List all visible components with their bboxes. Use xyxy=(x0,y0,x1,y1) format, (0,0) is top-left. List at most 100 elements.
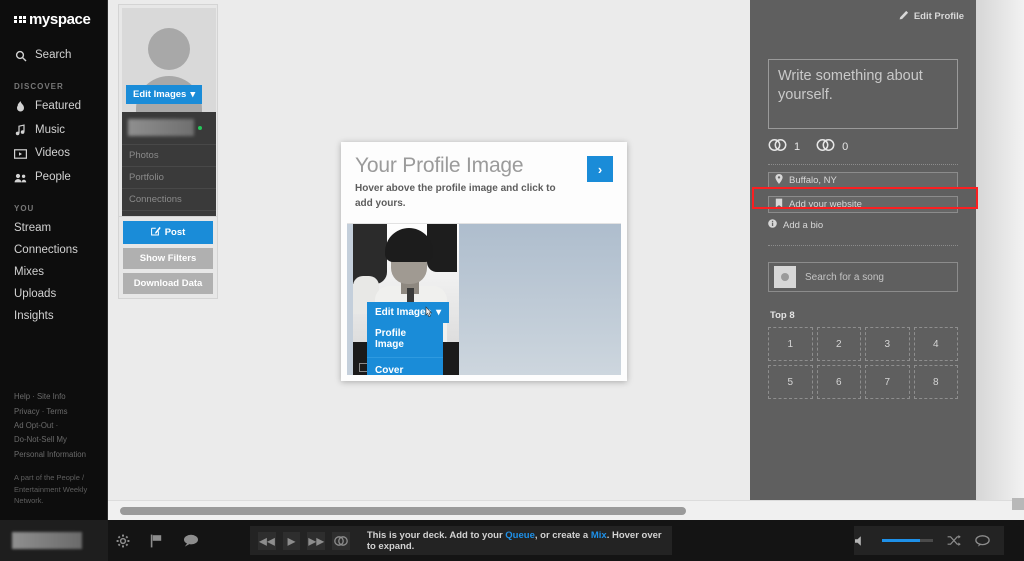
mini-avatar[interactable]: Edit Images ▾ xyxy=(122,8,216,112)
menu-item-cover-image[interactable]: Cover Image xyxy=(367,357,443,375)
sidebar-footer: Help · Site Info Privacy · Terms Ad Opt-… xyxy=(0,390,108,506)
left-sidebar: myspace Search DISCOVER Featured Music V… xyxy=(0,0,108,520)
footer-ad-optout[interactable]: Ad Opt-Out · xyxy=(14,419,108,433)
pencil-icon xyxy=(899,10,909,23)
chat-icon[interactable] xyxy=(183,534,199,547)
top8-slot-5[interactable]: 5 xyxy=(768,365,813,399)
sidebar-item-videos[interactable]: Videos xyxy=(0,142,107,166)
edit-images-dropdown-trigger[interactable]: Edit Images ▾ xyxy=(367,302,450,323)
add-bio-field[interactable]: Add a bio xyxy=(768,219,958,231)
mini-nav-connections[interactable]: Connections xyxy=(122,188,216,210)
footer-personal-information[interactable]: Personal Information xyxy=(14,448,108,462)
top8-slot-2[interactable]: 2 xyxy=(816,327,861,361)
location-field[interactable]: Buffalo, NY xyxy=(768,172,958,189)
profile-image-tip-card: Your Profile Image Hover above the profi… xyxy=(341,142,627,381)
mini-edit-images-button[interactable]: Edit Images ▾ xyxy=(126,85,203,104)
volume-slider[interactable] xyxy=(882,539,933,542)
sidebar-item-stream[interactable]: Stream xyxy=(0,217,107,239)
vertical-scrollbar-corner[interactable] xyxy=(1012,498,1024,510)
top8-slot-3[interactable]: 3 xyxy=(865,327,910,361)
music-note-icon xyxy=(14,124,27,137)
previous-track-button[interactable]: ◂◂ xyxy=(258,531,276,550)
flag-icon[interactable] xyxy=(150,534,163,548)
add-bio-label: Add a bio xyxy=(783,219,824,231)
mini-nav-photos[interactable]: Photos xyxy=(122,144,216,166)
people-icon xyxy=(14,172,27,185)
sidebar-item-people[interactable]: People xyxy=(0,166,107,190)
sidebar-item-label: Search xyxy=(35,49,72,61)
tip-card-header: Your Profile Image Hover above the profi… xyxy=(341,142,627,223)
footer-do-not-sell[interactable]: Do-Not-Sell My xyxy=(14,433,108,447)
compose-icon xyxy=(150,226,161,239)
play-button[interactable]: ▸ xyxy=(282,531,301,550)
divider xyxy=(768,245,958,246)
footer-privacy-terms[interactable]: Privacy · Terms xyxy=(14,405,108,419)
flame-icon xyxy=(14,100,27,113)
sidebar-item-uploads[interactable]: Uploads xyxy=(0,283,107,305)
top8-heading: Top 8 xyxy=(770,310,795,321)
download-data-button[interactable]: Download Data xyxy=(123,273,213,294)
gear-icon[interactable] xyxy=(116,534,130,548)
edit-profile-label: Edit Profile xyxy=(913,11,964,22)
logo-dots-icon xyxy=(14,15,26,24)
deck-message-pre: This is your deck. Add to your xyxy=(366,529,506,541)
sidebar-item-mixes[interactable]: Mixes xyxy=(0,261,107,283)
bottom-username-blurred[interactable] xyxy=(12,532,82,549)
search-icon xyxy=(14,49,27,62)
queue-link[interactable]: Queue xyxy=(505,530,535,541)
post-button[interactable]: Post xyxy=(123,221,213,244)
mini-edit-images-label: Edit Images xyxy=(133,89,187,100)
footer-help-siteinfo[interactable]: Help · Site Info xyxy=(14,390,108,404)
myspace-logo[interactable]: myspace xyxy=(0,0,107,28)
tip-next-button[interactable]: › xyxy=(587,156,613,182)
top8-grid: 1 2 3 4 5 6 7 8 xyxy=(768,327,958,399)
sidebar-item-label: Featured xyxy=(35,99,82,112)
edit-images-label: Edit Images xyxy=(375,307,432,318)
sidebar-item-search[interactable]: Search xyxy=(0,44,107,68)
horizontal-scrollbar[interactable] xyxy=(108,500,1024,520)
location-pin-icon xyxy=(775,174,783,187)
sidebar-item-insights[interactable]: Insights xyxy=(0,305,107,327)
sidebar-item-connections[interactable]: Connections xyxy=(0,239,107,261)
connections-count-1[interactable]: 1 xyxy=(768,139,800,154)
deck-message-mid: , or create a xyxy=(534,529,591,541)
deck-icon[interactable] xyxy=(332,531,350,550)
chevron-down-icon: ▾ xyxy=(190,89,196,100)
profile-details-panel: Edit Profile Write something about yours… xyxy=(750,0,976,512)
top8-slot-6[interactable]: 6 xyxy=(816,365,861,399)
sidebar-item-featured[interactable]: Featured xyxy=(0,95,107,119)
website-field[interactable]: Add your website xyxy=(768,196,958,213)
next-track-button[interactable]: ▸▸ xyxy=(307,531,326,550)
deck-message: This is your deck. Add to your Queue, or… xyxy=(367,530,672,552)
shuffle-icon[interactable] xyxy=(947,535,961,546)
bottom-icon-group xyxy=(116,534,199,548)
bio-textarea[interactable]: Write something about yourself. xyxy=(768,59,958,129)
top8-slot-1[interactable]: 1 xyxy=(768,327,813,361)
edit-images-dropdown-menu: Profile Image Cover Image xyxy=(367,321,443,375)
song-search-field[interactable]: Search for a song xyxy=(768,262,958,292)
top8-slot-7[interactable]: 7 xyxy=(865,365,910,399)
right-gutter xyxy=(976,0,1024,512)
sidebar-item-music[interactable]: Music xyxy=(0,119,107,143)
video-icon xyxy=(14,148,27,161)
cover-image-preview xyxy=(459,224,621,375)
edit-profile-button[interactable]: Edit Profile xyxy=(750,0,976,23)
mix-link[interactable]: Mix xyxy=(591,530,607,541)
tip-card-preview: Edit Images ▾ Profile Image Cover Image … xyxy=(347,223,621,375)
repeat-icon[interactable] xyxy=(975,534,990,547)
logo-text: myspace xyxy=(29,11,91,28)
avatar-head-shape xyxy=(148,28,190,70)
menu-item-profile-image[interactable]: Profile Image xyxy=(367,321,443,357)
location-value: Buffalo, NY xyxy=(789,175,837,186)
online-status-icon xyxy=(198,125,202,130)
sidebar-section-discover: DISCOVER xyxy=(14,81,64,91)
top8-slot-8[interactable]: 8 xyxy=(913,365,958,399)
connections-count-2[interactable]: 0 xyxy=(816,139,848,154)
show-filters-button[interactable]: Show Filters xyxy=(123,248,213,269)
mini-nav-portfolio[interactable]: Portfolio xyxy=(122,166,216,188)
speaker-icon[interactable] xyxy=(854,535,868,547)
top8-slot-4[interactable]: 4 xyxy=(913,327,958,361)
tip-card-subtitle: Hover above the profile image and click … xyxy=(355,183,556,209)
horizontal-scrollbar-thumb[interactable] xyxy=(120,507,686,515)
mini-username-row xyxy=(122,112,216,144)
